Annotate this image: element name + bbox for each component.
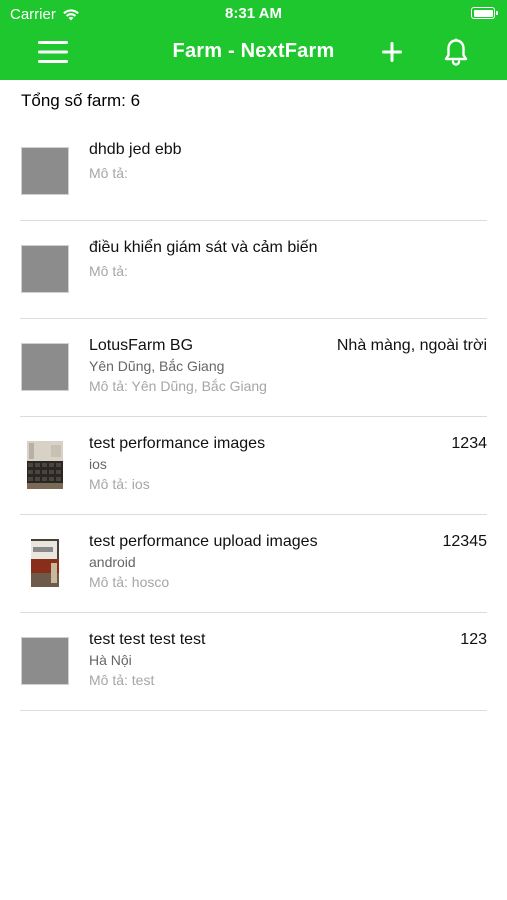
- notifications-button[interactable]: [443, 38, 469, 66]
- farm-name: LotusFarm BG: [89, 337, 194, 354]
- farm-location: Hà Nội: [89, 652, 132, 668]
- page-title: Farm - NextFarm: [172, 40, 335, 62]
- farm-count-summary: Tổng số farm: 6: [21, 91, 141, 110]
- farm-list-item[interactable]: điều khiển giám sát và cảm biến Mô tả:: [0, 221, 507, 319]
- farm-location: android: [89, 554, 136, 570]
- farm-list-item[interactable]: test performance images ios Mô tả: ios 1…: [0, 417, 507, 515]
- farm-thumbnail-placeholder: [21, 245, 69, 293]
- farm-description: Mô tả: test: [89, 672, 155, 688]
- farm-description: Mô tả: ios: [89, 476, 150, 492]
- farm-thumbnail-photo: [21, 441, 69, 489]
- farm-type: 12345: [442, 533, 488, 550]
- farm-list-item[interactable]: test performance upload images android M…: [0, 515, 507, 613]
- farm-thumbnail-placeholder: [21, 637, 69, 685]
- farm-location: ios: [89, 456, 107, 472]
- farm-list-item[interactable]: LotusFarm BG Yên Dũng, Bắc Giang Mô tả: …: [0, 319, 507, 417]
- farm-name: dhdb jed ebb: [89, 141, 182, 158]
- farm-type: 123: [460, 631, 487, 648]
- farm-description: Mô tả: hosco: [89, 574, 170, 590]
- status-bar: Carrier 8:31 AM: [0, 0, 507, 28]
- sign-photo-image: [21, 539, 69, 587]
- seedling-trays-image: [21, 441, 69, 489]
- farm-type: 1234: [451, 435, 487, 452]
- farm-description: Mô tả:: [89, 165, 128, 181]
- top-bar: Carrier 8:31 AM Farm - NextFarm: [0, 0, 507, 80]
- battery-icon: [471, 7, 498, 19]
- farm-name: test test test test: [89, 631, 206, 648]
- navigation-bar: Farm - NextFarm: [0, 28, 507, 80]
- farm-list-item[interactable]: test test test test Hà Nội Mô tả: test 1…: [0, 613, 507, 711]
- farm-list-item[interactable]: dhdb jed ebb Mô tả:: [0, 123, 507, 221]
- plus-icon: [382, 42, 402, 62]
- farm-description: Mô tả:: [89, 263, 128, 279]
- farm-type: Nhà màng, ngoài trời: [336, 337, 487, 354]
- farm-description: Mô tả: Yên Dũng, Bắc Giang: [89, 378, 267, 394]
- add-farm-button[interactable]: [380, 40, 404, 64]
- divider: [20, 710, 487, 711]
- farm-list: dhdb jed ebb Mô tả: điều khiển giám sát …: [0, 123, 507, 711]
- farm-name: test performance upload images: [89, 533, 318, 550]
- bell-icon: [444, 38, 468, 66]
- farm-thumbnail-placeholder: [21, 343, 69, 391]
- farm-name: điều khiển giám sát và cảm biến: [89, 239, 318, 256]
- farm-name: test performance images: [89, 435, 266, 452]
- farm-location: Yên Dũng, Bắc Giang: [89, 358, 225, 374]
- farm-thumbnail-photo: [21, 539, 69, 587]
- clock: 8:31 AM: [225, 5, 282, 22]
- farm-thumbnail-placeholder: [21, 147, 69, 195]
